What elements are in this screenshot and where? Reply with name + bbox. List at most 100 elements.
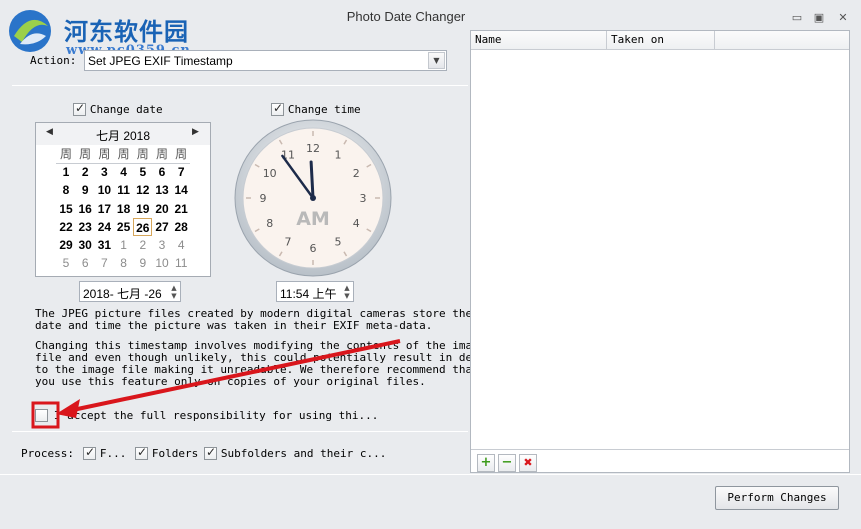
calendar-day[interactable]: 31: [95, 236, 114, 254]
spin-arrows-icon[interactable]: ▲ ▼: [343, 284, 351, 300]
process-files-option[interactable]: F...: [83, 445, 126, 460]
divider: [0, 474, 861, 475]
change-time-option[interactable]: Change time: [271, 101, 361, 116]
clock-number: 3: [360, 192, 367, 205]
column-header-taken-on[interactable]: Taken on: [607, 31, 715, 50]
analog-clock[interactable]: 123456789101112 AM: [233, 118, 393, 278]
time-field[interactable]: 11:54 上午 ▲ ▼: [276, 281, 354, 302]
calendar-day[interactable]: 24: [95, 218, 114, 236]
column-header-name[interactable]: Name: [471, 31, 607, 50]
weekday-header: 周: [59, 147, 72, 161]
process-subfolders-checkbox[interactable]: [204, 445, 217, 460]
calendar-month-title[interactable]: 七月 2018: [36, 127, 210, 144]
accept-checkbox[interactable]: [35, 409, 48, 422]
calendar-day[interactable]: 11: [114, 181, 133, 199]
add-icon[interactable]: +: [477, 454, 495, 472]
weekday-header: 周: [175, 147, 188, 161]
next-month-icon[interactable]: ▶: [192, 127, 199, 137]
calendar-day[interactable]: 27: [153, 218, 172, 236]
calendar-day[interactable]: 4: [172, 236, 191, 254]
list-toolbar-divider: [471, 449, 849, 450]
calendar-day[interactable]: 15: [57, 200, 76, 218]
calendar-day[interactable]: 8: [57, 181, 76, 199]
file-list[interactable]: Name Taken on: [470, 30, 850, 473]
description-paragraph-2: Changing this timestamp involves modifyi…: [35, 339, 499, 388]
calendar-day[interactable]: 9: [76, 181, 95, 199]
calendar-day[interactable]: 11: [172, 254, 191, 272]
delete-icon[interactable]: ✖: [519, 454, 537, 472]
accept-option[interactable]: I accept the full responsibility for usi…: [35, 408, 378, 422]
perform-changes-button[interactable]: Perform Changes: [715, 486, 839, 510]
clock-number: 8: [266, 217, 273, 230]
date-field-value: 2018- 七月 -26: [83, 287, 162, 301]
calendar-day[interactable]: 22: [57, 218, 76, 236]
calendar-day[interactable]: 25: [114, 218, 133, 236]
calendar-day[interactable]: 2: [76, 163, 95, 181]
change-date-checkbox[interactable]: [73, 101, 86, 116]
calendar-day[interactable]: 13: [153, 181, 172, 199]
calendar-day[interactable]: 5: [133, 163, 152, 181]
close-button[interactable]: ✕: [832, 10, 854, 26]
calendar-day[interactable]: 21: [172, 200, 191, 218]
calendar-day[interactable]: 8: [114, 254, 133, 272]
calendar-day[interactable]: 7: [172, 163, 191, 181]
chevron-down-icon[interactable]: ▼: [428, 52, 445, 69]
process-subfolders-option[interactable]: Subfolders and their c...: [204, 445, 387, 460]
maximize-button[interactable]: ▣: [808, 10, 830, 26]
calendar-day[interactable]: 7: [95, 254, 114, 272]
spin-arrows-icon[interactable]: ▲ ▼: [170, 284, 178, 300]
calendar-day[interactable]: 6: [76, 254, 95, 272]
calendar-day[interactable]: 10: [153, 254, 172, 272]
weekday-header: 周: [155, 147, 168, 161]
action-label: Action:: [30, 54, 77, 67]
change-time-checkbox[interactable]: [271, 101, 284, 116]
calendar-day[interactable]: 30: [76, 236, 95, 254]
weekday-header: 周: [79, 147, 92, 161]
calendar-day[interactable]: 17: [95, 200, 114, 218]
watermark-logo-icon: [9, 10, 51, 52]
weekday-header: 周: [98, 147, 111, 161]
process-folders-checkbox[interactable]: [135, 445, 148, 460]
calendar-day[interactable]: 26: [133, 217, 153, 236]
calendar-day[interactable]: 9: [133, 254, 152, 272]
calendar-day[interactable]: 14: [172, 181, 191, 199]
hour-hand: [309, 160, 315, 200]
process-files-checkbox[interactable]: [83, 445, 96, 460]
time-field-value: 11:54 上午: [280, 287, 337, 301]
calendar-day[interactable]: 1: [57, 163, 76, 181]
calendar-header: ◀ 七月 2018 ▶: [36, 123, 210, 145]
calendar-day[interactable]: 12: [133, 181, 152, 199]
calendar-divider: [56, 163, 190, 164]
divider: [12, 431, 468, 432]
calendar-day[interactable]: 4: [114, 163, 133, 181]
calendar-day[interactable]: 20: [153, 200, 172, 218]
calendar-day[interactable]: 16: [76, 200, 95, 218]
action-select-value: Set JPEG EXIF Timestamp: [88, 54, 233, 68]
clock-number: 12: [306, 142, 320, 155]
action-select[interactable]: Set JPEG EXIF Timestamp ▼: [84, 50, 447, 71]
calendar-day[interactable]: 1: [114, 236, 133, 254]
change-date-option[interactable]: Change date: [73, 101, 163, 116]
am-pm-indicator: AM: [296, 208, 330, 230]
minimize-button[interactable]: ▭: [786, 10, 808, 26]
remove-icon[interactable]: −: [498, 454, 516, 472]
calendar-day[interactable]: 10: [95, 181, 114, 199]
divider: [12, 85, 468, 86]
calendar-day[interactable]: 6: [153, 163, 172, 181]
calendar-day[interactable]: 19: [133, 200, 152, 218]
calendar-day[interactable]: 29: [57, 236, 76, 254]
calendar-day[interactable]: 18: [114, 200, 133, 218]
calendar-day[interactable]: 23: [76, 218, 95, 236]
process-label: Process:: [21, 447, 74, 460]
date-field[interactable]: 2018- 七月 -26 ▲ ▼: [79, 281, 181, 302]
calendar[interactable]: ◀ 七月 2018 ▶ 周周周周周周周 1 2 3 4 5 6 7 8 9 10 11 12 13 14 15…: [35, 122, 211, 277]
clock-number: 6: [310, 242, 317, 255]
calendar-day[interactable]: 3: [153, 236, 172, 254]
calendar-day[interactable]: 3: [95, 163, 114, 181]
calendar-day[interactable]: 28: [172, 218, 191, 236]
calendar-day[interactable]: 2: [133, 236, 152, 254]
clock-number: 4: [353, 217, 360, 230]
process-folders-option[interactable]: Folders: [135, 445, 198, 460]
calendar-day[interactable]: 5: [57, 254, 76, 272]
process-subfolders-label: Subfolders and their c...: [220, 447, 387, 460]
